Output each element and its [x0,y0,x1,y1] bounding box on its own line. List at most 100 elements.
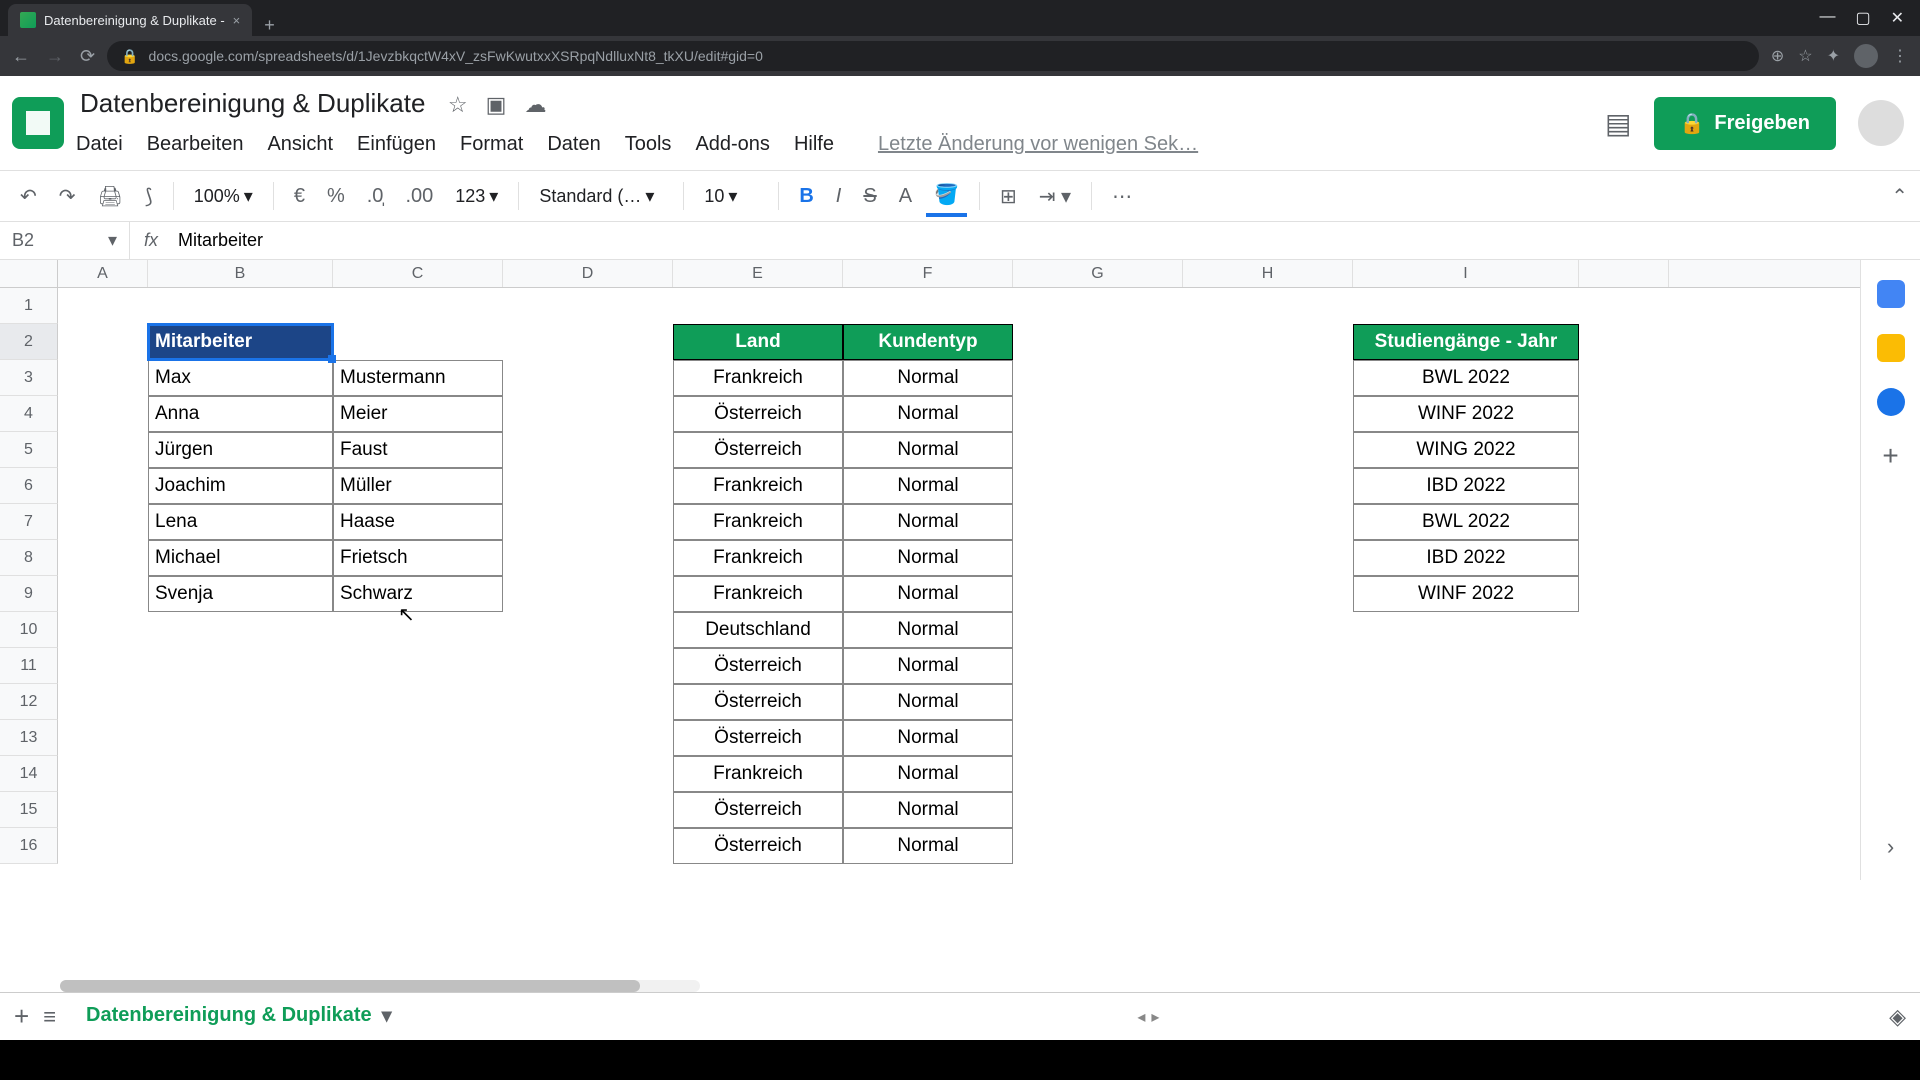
cell-F8[interactable]: Normal [843,540,1013,576]
cell-F9[interactable]: Normal [843,576,1013,612]
all-sheets-button[interactable]: ≡ [43,1004,56,1030]
cell-C4[interactable]: Meier [333,396,503,432]
column-header-C[interactable]: C [333,260,503,287]
cell-A7[interactable] [58,504,148,540]
increase-decimal-icon[interactable]: .00 [397,179,441,214]
percent-icon[interactable]: % [319,179,353,214]
cell-G12[interactable] [1013,684,1183,720]
cell-I5[interactable]: WING 2022 [1353,432,1579,468]
cell-A11[interactable] [58,648,148,684]
column-header-F[interactable]: F [843,260,1013,287]
last-edit-link[interactable]: Letzte Änderung vor wenigen Sek… [876,129,1200,160]
cell-D3[interactable] [503,360,673,396]
maximize-icon[interactable]: ▢ [1855,8,1870,28]
column-header-A[interactable]: A [58,260,148,287]
cell-G2[interactable] [1013,324,1183,360]
cell-D10[interactable] [503,612,673,648]
cell-B9[interactable]: Svenja [148,576,333,612]
cell-C14[interactable] [333,756,503,792]
undo-icon[interactable]: ↶ [12,178,45,215]
cell-D2[interactable] [503,324,673,360]
cell-I15[interactable] [1353,792,1579,828]
cell-A13[interactable] [58,720,148,756]
font-size-dropdown[interactable]: 10 ▾ [696,180,766,213]
cell-F13[interactable]: Normal [843,720,1013,756]
cell-I14[interactable] [1353,756,1579,792]
cell-B11[interactable] [148,648,333,684]
address-bar[interactable]: 🔒 docs.google.com/spreadsheets/d/1Jevzbk… [107,41,1759,71]
browser-tab[interactable]: Datenbereinigung & Duplikate - × [8,4,252,36]
select-all-corner[interactable] [0,260,58,287]
collapse-toolbar-icon[interactable]: ⌃ [1891,184,1908,209]
row-header[interactable]: 11 [0,648,58,684]
row-header[interactable]: 10 [0,612,58,648]
cell-H11[interactable] [1183,648,1353,684]
row-header[interactable]: 3 [0,360,58,396]
cell-D16[interactable] [503,828,673,864]
cell-B6[interactable]: Joachim [148,468,333,504]
menu-ansicht[interactable]: Ansicht [265,129,335,160]
cell-C11[interactable] [333,648,503,684]
cell-E13[interactable]: Österreich [673,720,843,756]
row-header[interactable]: 5 [0,432,58,468]
cell-B8[interactable]: Michael [148,540,333,576]
cell-F1[interactable] [843,288,1013,324]
cell-D5[interactable] [503,432,673,468]
cell-E9[interactable]: Frankreich [673,576,843,612]
cell-G13[interactable] [1013,720,1183,756]
cell-F2[interactable]: Kundentyp [843,324,1013,360]
row-header[interactable]: 12 [0,684,58,720]
cell-E12[interactable]: Österreich [673,684,843,720]
cell-F3[interactable]: Normal [843,360,1013,396]
cell-H12[interactable] [1183,684,1353,720]
cell-H2[interactable] [1183,324,1353,360]
cell-E5[interactable]: Österreich [673,432,843,468]
italic-button[interactable]: I [828,179,850,214]
cell-C8[interactable]: Frietsch [333,540,503,576]
cell-A5[interactable] [58,432,148,468]
cell-D8[interactable] [503,540,673,576]
cell-E11[interactable]: Österreich [673,648,843,684]
cell-B2[interactable]: Mitarbeiter [148,324,333,360]
minimize-icon[interactable]: — [1819,8,1835,28]
cell-C13[interactable] [333,720,503,756]
horizontal-scrollbar[interactable] [60,980,700,992]
print-icon[interactable]: 🖨 [90,178,131,215]
column-header-B[interactable]: B [148,260,333,287]
cell-D11[interactable] [503,648,673,684]
cell-I7[interactable]: BWL 2022 [1353,504,1579,540]
menu-format[interactable]: Format [458,129,525,160]
cell-C7[interactable]: Haase [333,504,503,540]
calendar-icon[interactable] [1877,280,1905,308]
cell-B16[interactable] [148,828,333,864]
cell-G14[interactable] [1013,756,1183,792]
cell-H15[interactable] [1183,792,1353,828]
cell-E16[interactable]: Österreich [673,828,843,864]
cell-G7[interactable] [1013,504,1183,540]
close-tab-icon[interactable]: × [233,13,241,28]
cell-C3[interactable]: Mustermann [333,360,503,396]
cell-I16[interactable] [1353,828,1579,864]
text-color-button[interactable]: A [891,179,920,214]
explore-icon[interactable]: ◈ [1889,1004,1906,1030]
cell-E14[interactable]: Frankreich [673,756,843,792]
cell-A8[interactable] [58,540,148,576]
menu-bearbeiten[interactable]: Bearbeiten [145,129,246,160]
cell-D1[interactable] [503,288,673,324]
cell-A1[interactable] [58,288,148,324]
column-header-D[interactable]: D [503,260,673,287]
cell-B13[interactable] [148,720,333,756]
scroll-left-icon[interactable]: ◂ [1137,1007,1145,1027]
cell-C9[interactable]: Schwarz [333,576,503,612]
column-header-E[interactable]: E [673,260,843,287]
cell-F11[interactable]: Normal [843,648,1013,684]
cloud-status-icon[interactable]: ☁ [524,92,546,118]
strikethrough-button[interactable]: S [855,179,884,214]
bookmark-icon[interactable]: ☆ [1798,46,1812,66]
cell-F16[interactable]: Normal [843,828,1013,864]
row-header[interactable]: 4 [0,396,58,432]
cell-C15[interactable] [333,792,503,828]
zoom-dropdown[interactable]: 100% ▾ [186,180,261,213]
menu-hilfe[interactable]: Hilfe [792,129,836,160]
cell-H16[interactable] [1183,828,1353,864]
